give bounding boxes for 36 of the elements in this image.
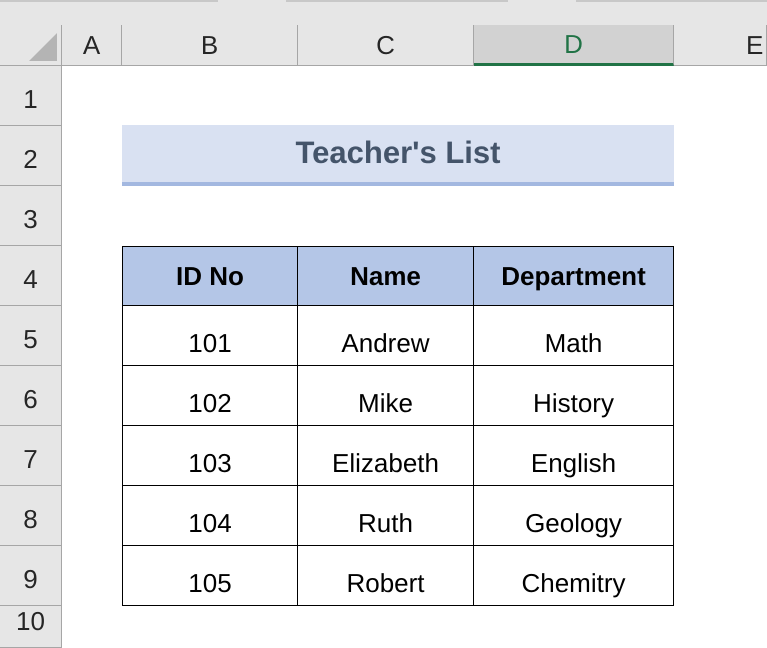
table-header-cell: Department xyxy=(474,246,674,306)
row-header[interactable]: 9 xyxy=(0,546,62,606)
row-header[interactable]: 7 xyxy=(0,426,62,486)
table-cell: Andrew xyxy=(298,306,474,366)
row-header[interactable]: 3 xyxy=(0,186,62,246)
table-cell: Math xyxy=(474,306,674,366)
sheet-title: Teacher's List xyxy=(122,125,674,186)
table-cell: Geology xyxy=(474,486,674,546)
row-header[interactable]: 8 xyxy=(0,486,62,546)
table-cell: Elizabeth xyxy=(298,426,474,486)
table-cell: Ruth xyxy=(298,486,474,546)
table-cell: 101 xyxy=(122,306,298,366)
column-header[interactable]: D xyxy=(474,25,674,66)
table-cell: 104 xyxy=(122,486,298,546)
table-cell: History xyxy=(474,366,674,426)
table-cell: Mike xyxy=(298,366,474,426)
table-cell: English xyxy=(474,426,674,486)
table-header-cell: Name xyxy=(298,246,474,306)
table-cell: Robert xyxy=(298,546,474,606)
row-header[interactable]: 2 xyxy=(0,126,62,186)
row-header[interactable]: 4 xyxy=(0,246,62,306)
table-cell: 103 xyxy=(122,426,298,486)
table-cell: 105 xyxy=(122,546,298,606)
row-header[interactable]: 6 xyxy=(0,366,62,426)
column-header[interactable]: A xyxy=(62,25,122,66)
triangle-icon xyxy=(29,33,57,61)
table-cell: Chemitry xyxy=(474,546,674,606)
table-cell: 102 xyxy=(122,366,298,426)
select-all-corner[interactable] xyxy=(0,25,62,66)
column-header[interactable]: C xyxy=(298,25,474,66)
row-header[interactable]: 1 xyxy=(0,66,62,126)
row-header[interactable]: 5 xyxy=(0,306,62,366)
column-header[interactable]: B xyxy=(122,25,298,66)
row-header[interactable]: 10 xyxy=(0,606,62,648)
table-header-cell: ID No xyxy=(122,246,298,306)
column-header[interactable]: E xyxy=(674,25,767,66)
